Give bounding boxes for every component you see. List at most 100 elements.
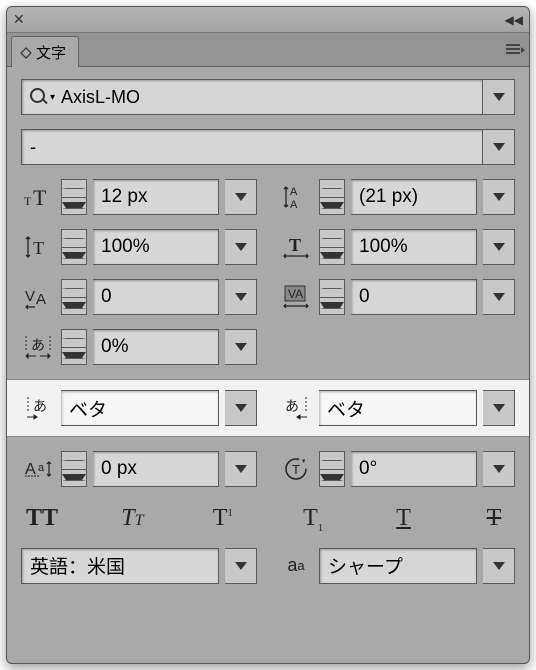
- antialias-field: aa シャープ: [279, 548, 515, 584]
- svg-text:T: T: [33, 185, 47, 209]
- language-input[interactable]: 英語：米国: [21, 548, 219, 584]
- vscale-icon: T: [21, 234, 55, 260]
- svg-text:V: V: [25, 288, 35, 305]
- svg-text:a: a: [38, 462, 45, 474]
- svg-text:A: A: [25, 461, 36, 478]
- tracking-dropdown[interactable]: [483, 279, 515, 315]
- kerning-dropdown[interactable]: [225, 279, 257, 315]
- tsume-icon: あ: [21, 334, 55, 360]
- hscale-input[interactable]: 100%: [351, 229, 477, 265]
- aki-right-input[interactable]: ベタ: [319, 390, 477, 426]
- leading-spinner[interactable]: [319, 179, 345, 215]
- language-dropdown[interactable]: [225, 548, 257, 584]
- tab-label: 文字: [36, 42, 66, 63]
- tracking-spinner[interactable]: [319, 279, 345, 315]
- rotation-input[interactable]: 0°: [351, 451, 477, 487]
- aki-right-dropdown[interactable]: [483, 390, 515, 426]
- svg-text:あ: あ: [31, 337, 45, 353]
- font-family-value: AxisL-MO: [61, 87, 140, 108]
- font-family-dropdown[interactable]: [483, 79, 515, 115]
- font-size-input[interactable]: 12 px: [93, 179, 219, 215]
- aki-right-field: あ ベタ: [279, 390, 515, 426]
- svg-text:あ: あ: [33, 398, 47, 414]
- tsume-input[interactable]: 0%: [93, 329, 219, 365]
- font-size-dropdown[interactable]: [225, 179, 257, 215]
- strikethrough-toggle[interactable]: T: [475, 505, 513, 534]
- baseline-input[interactable]: 0 px: [93, 451, 219, 487]
- tracking-input[interactable]: 0: [351, 279, 477, 315]
- svg-text:VA: VA: [288, 287, 303, 301]
- baseline-spinner[interactable]: [61, 451, 87, 487]
- baseline-dropdown[interactable]: [225, 451, 257, 487]
- antialias-input[interactable]: シャープ: [319, 548, 477, 584]
- aki-left-field: あ ベタ: [21, 390, 257, 426]
- style-toggles: TT TT T1 T1 T T: [21, 501, 515, 534]
- hscale-spinner[interactable]: [319, 229, 345, 265]
- svg-text:T: T: [292, 462, 300, 477]
- hscale-icon: T: [279, 234, 313, 260]
- kerning-field: VA 0: [21, 279, 257, 315]
- aki-left-icon: あ: [21, 395, 55, 421]
- leading-field: AA (21 px): [279, 179, 515, 215]
- svg-text:T: T: [33, 238, 44, 258]
- superscript-toggle[interactable]: T1: [204, 505, 242, 534]
- vscale-input[interactable]: 100%: [93, 229, 219, 265]
- font-style-field[interactable]: -: [21, 129, 515, 165]
- tab-bar: 文字: [7, 33, 529, 67]
- font-style-value: -: [30, 137, 36, 158]
- svg-text:A: A: [290, 199, 298, 210]
- close-icon[interactable]: ✕: [13, 11, 25, 28]
- tracking-icon: VA: [279, 284, 313, 310]
- collapse-icon[interactable]: ◀◀: [505, 13, 523, 27]
- leading-input[interactable]: (21 px): [351, 179, 477, 215]
- panel-content: ▾ AxisL-MO - TT 12 px: [7, 67, 529, 598]
- vscale-spinner[interactable]: [61, 229, 87, 265]
- underline-toggle[interactable]: T: [385, 505, 423, 534]
- panel-titlebar: ✕ ◀◀: [7, 7, 529, 33]
- aki-left-input[interactable]: ベタ: [61, 390, 219, 426]
- leading-icon: AA: [279, 184, 313, 210]
- svg-text:T: T: [24, 194, 32, 208]
- vscale-dropdown[interactable]: [225, 229, 257, 265]
- rotation-field: T 0°: [279, 451, 515, 487]
- font-size-spinner[interactable]: [61, 179, 87, 215]
- rotation-icon: T: [279, 456, 313, 482]
- kerning-spinner[interactable]: [61, 279, 87, 315]
- language-field: 英語：米国: [21, 548, 257, 584]
- tsume-spinner[interactable]: [61, 329, 87, 365]
- faux-bold-toggle[interactable]: TT: [23, 505, 61, 534]
- tab-character[interactable]: 文字: [11, 36, 79, 67]
- kerning-input[interactable]: 0: [93, 279, 219, 315]
- svg-text:T: T: [289, 235, 301, 255]
- character-panel: ✕ ◀◀ 文字 ▾ AxisL-MO -: [6, 6, 530, 664]
- font-size-icon: TT: [21, 185, 55, 209]
- search-sub-tri: ▾: [50, 92, 55, 103]
- flyout-menu-icon[interactable]: [503, 41, 523, 57]
- hscale-field: T 100%: [279, 229, 515, 265]
- reset-icon: [20, 47, 32, 59]
- rotation-dropdown[interactable]: [483, 451, 515, 487]
- tsume-field: あ 0%: [21, 329, 257, 365]
- antialias-icon: aa: [279, 555, 313, 576]
- aki-right-icon: あ: [279, 395, 313, 421]
- tsume-dropdown[interactable]: [225, 329, 257, 365]
- aki-left-dropdown[interactable]: [225, 390, 257, 426]
- baseline-icon: Aa: [21, 456, 55, 482]
- kerning-icon: VA: [21, 284, 55, 310]
- font-style-dropdown[interactable]: [483, 129, 515, 165]
- faux-italic-toggle[interactable]: TT: [113, 505, 151, 534]
- svg-text:A: A: [290, 186, 298, 198]
- aki-row: あ ベタ あ ベタ: [7, 379, 529, 437]
- tracking-field: VA 0: [279, 279, 515, 315]
- svg-text:A: A: [36, 291, 46, 308]
- hscale-dropdown[interactable]: [483, 229, 515, 265]
- vscale-field: T 100%: [21, 229, 257, 265]
- font-family-field[interactable]: ▾ AxisL-MO: [21, 79, 515, 115]
- rotation-spinner[interactable]: [319, 451, 345, 487]
- antialias-dropdown[interactable]: [483, 548, 515, 584]
- baseline-field: Aa 0 px: [21, 451, 257, 487]
- leading-dropdown[interactable]: [483, 179, 515, 215]
- svg-text:あ: あ: [285, 398, 299, 414]
- subscript-toggle[interactable]: T1: [294, 505, 332, 534]
- search-icon: [30, 88, 48, 106]
